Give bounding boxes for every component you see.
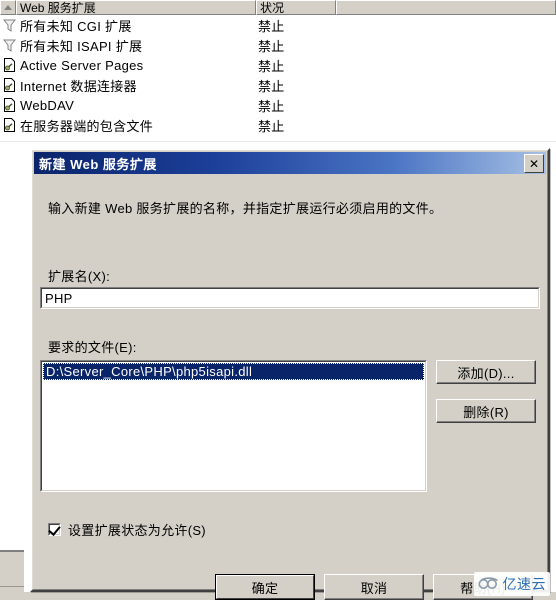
close-icon[interactable]: ✕ (524, 154, 544, 173)
dialog-titlebar[interactable]: 新建 Web 服务扩展 ✕ (34, 152, 546, 174)
required-files-label: 要求的文件(E): (48, 340, 137, 355)
extension-name: 在服务器端的包含文件 (20, 118, 154, 134)
add-file-button-label: 添加(D)... (457, 365, 515, 381)
cloud-icon (478, 577, 500, 591)
extension-name-input-inner: PHP (41, 288, 539, 308)
extension-file-icon (0, 115, 18, 135)
set-extension-allowed-checkbox[interactable] (48, 523, 61, 536)
extension-status: 禁止 (258, 78, 285, 94)
parent-window-statusbar (0, 552, 24, 600)
extension-name-label: 扩展名(X): (48, 269, 111, 284)
table-row[interactable]: WebDAV 禁止 (0, 95, 556, 115)
extension-name: Internet 数据连接器 (20, 78, 137, 94)
extension-status: 禁止 (258, 118, 285, 134)
column-header-name[interactable]: Web 服务扩展 (16, 0, 256, 15)
watermark: 亿速云 (473, 572, 550, 596)
remove-file-button[interactable]: 删除(R) (436, 399, 536, 423)
listview-header: Web 服务扩展 状况 (0, 0, 556, 15)
cancel-button[interactable]: 取消 (324, 574, 424, 600)
table-row[interactable]: 所有未知 CGI 扩展 禁止 (0, 15, 556, 35)
filter-icon (0, 35, 18, 55)
column-header-sort[interactable] (0, 0, 16, 15)
dialog-instruction: 输入新建 Web 服务扩展的名称，并指定扩展运行必须启用的文件。 (48, 201, 443, 216)
dialog-body: 输入新建 Web 服务扩展的名称，并指定扩展运行必须启用的文件。 扩展名(X):… (34, 174, 546, 600)
parent-window-gutter (0, 540, 20, 550)
column-header-filler[interactable] (336, 0, 556, 15)
extension-status: 禁止 (258, 38, 285, 54)
extension-name-input[interactable]: PHP (40, 287, 540, 309)
cancel-button-label: 取消 (360, 580, 388, 596)
listview-rows: 所有未知 CGI 扩展 禁止 所有未知 ISAPI 扩展 禁止 Active S… (0, 15, 556, 135)
dialog-title: 新建 Web 服务扩展 (39, 156, 157, 172)
extension-file-icon (0, 75, 18, 95)
new-web-service-extension-dialog: 新建 Web 服务扩展 ✕ 输入新建 Web 服务扩展的名称，并指定扩展运行必须… (30, 148, 550, 600)
table-row[interactable]: Active Server Pages 禁止 (0, 55, 556, 75)
add-file-button[interactable]: 添加(D)... (436, 360, 536, 384)
table-row[interactable]: 在服务器端的包含文件 禁止 (0, 115, 556, 135)
sort-ascending-icon (4, 5, 12, 10)
filter-icon (0, 15, 18, 35)
table-row[interactable]: 所有未知 ISAPI 扩展 禁止 (0, 35, 556, 55)
column-header-status[interactable]: 状况 (256, 0, 336, 15)
extension-name: Active Server Pages (20, 57, 144, 73)
extension-name: WebDAV (20, 97, 75, 113)
table-row[interactable]: Internet 数据连接器 禁止 (0, 75, 556, 95)
extension-name-value: PHP (45, 291, 73, 306)
ok-button-label: 确定 (251, 580, 279, 596)
required-files-listbox-inner: D:\Server_Core\PHP\php5isapi.dll (41, 361, 426, 491)
set-extension-allowed-label: 设置扩展状态为允许(S) (68, 523, 206, 538)
ok-button[interactable]: 确定 (215, 574, 315, 600)
extension-status: 禁止 (258, 58, 285, 74)
extension-name: 所有未知 ISAPI 扩展 (20, 38, 143, 54)
required-files-listbox[interactable]: D:\Server_Core\PHP\php5isapi.dll (40, 360, 427, 492)
extension-status: 禁止 (258, 98, 285, 114)
remove-file-button-label: 删除(R) (463, 404, 509, 420)
watermark-text: 亿速云 (502, 576, 546, 592)
list-item[interactable]: D:\Server_Core\PHP\php5isapi.dll (43, 363, 424, 380)
extension-status: 禁止 (258, 18, 285, 34)
extension-name: 所有未知 CGI 扩展 (20, 18, 132, 34)
extension-file-icon (0, 55, 18, 75)
extension-file-icon (0, 95, 18, 115)
list-bottom-divider (0, 141, 556, 142)
parent-window-statusbar-line (0, 586, 24, 587)
close-glyph: ✕ (528, 156, 540, 171)
set-extension-allowed-checkbox-row[interactable]: 设置扩展状态为允许(S) (48, 520, 206, 539)
